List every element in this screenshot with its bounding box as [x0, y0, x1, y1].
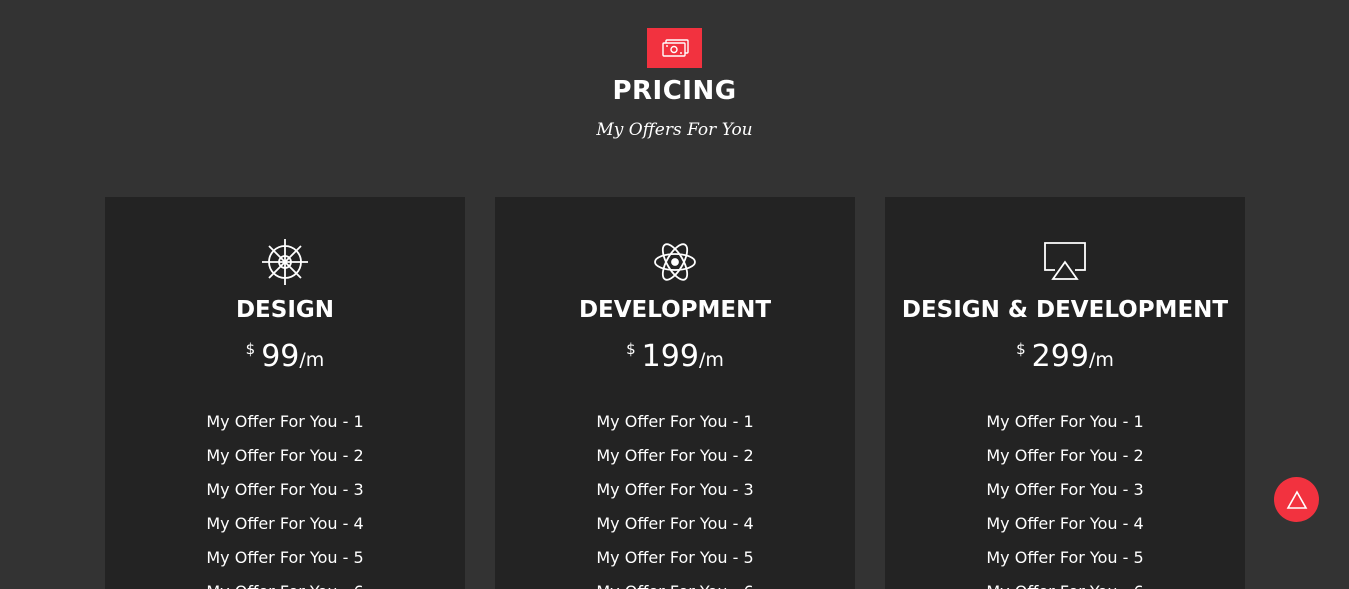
price-currency: $ — [245, 340, 256, 358]
price-amount: 99 — [261, 339, 300, 374]
price-amount: 299 — [1031, 339, 1089, 374]
plan-price: $299/m — [885, 339, 1245, 374]
feature-item: My Offer For You - 6 — [885, 579, 1245, 589]
screen-cast-icon — [1040, 237, 1090, 287]
feature-item: My Offer For You - 3 — [206, 480, 364, 499]
feature-item: My Offer For You - 5 — [986, 548, 1144, 567]
section-title: PRICING — [612, 76, 737, 106]
price-period: /m — [698, 349, 724, 371]
feature-item: My Offer For You - 4 — [596, 514, 754, 533]
feature-item: My Offer For You - 5 — [206, 548, 364, 567]
ship-wheel-icon — [260, 237, 310, 287]
feature-list: My Offer For You - 1 My Offer For You - … — [105, 409, 465, 589]
feature-item: My Offer For You - 3 — [596, 480, 754, 499]
money-icon — [647, 28, 702, 68]
plan-price: $99/m — [105, 339, 465, 374]
feature-list: My Offer For You - 1 My Offer For You - … — [495, 409, 855, 589]
triangle-up-icon — [1286, 489, 1307, 509]
feature-item: My Offer For You - 1 — [986, 412, 1144, 431]
pricing-page: PRICING My Offers For You DESIGN $99/m M… — [0, 0, 1349, 589]
feature-item: My Offer For You - 2 — [986, 446, 1144, 465]
scroll-to-top-button[interactable] — [1274, 477, 1319, 522]
pricing-card-design: DESIGN $99/m My Offer For You - 1 My Off… — [105, 197, 465, 589]
pricing-card-development: DEVELOPMENT $199/m My Offer For You - 1 … — [495, 197, 855, 589]
plan-price: $199/m — [495, 339, 855, 374]
feature-item: My Offer For You - 4 — [986, 514, 1144, 533]
feature-item: My Offer For You - 1 — [596, 412, 754, 431]
plan-title: DESIGN & DEVELOPMENT — [901, 297, 1229, 323]
price-period: /m — [1088, 349, 1114, 371]
feature-item: My Offer For You - 4 — [206, 514, 364, 533]
feature-item: My Offer For You - 5 — [596, 548, 754, 567]
pricing-card-design-development: DESIGN & DEVELOPMENT $299/m My Offer For… — [885, 197, 1245, 589]
price-currency: $ — [1016, 340, 1026, 358]
section-subtitle: My Offers For You — [596, 120, 753, 140]
feature-item: My Offer For You - 1 — [206, 412, 364, 431]
price-amount: 199 — [641, 339, 699, 374]
atom-icon — [650, 237, 700, 287]
feature-item: My Offer For You - 6 — [105, 579, 465, 589]
feature-item: My Offer For You - 6 — [495, 579, 855, 589]
price-period: /m — [299, 349, 325, 371]
feature-item: My Offer For You - 2 — [596, 446, 754, 465]
feature-item: My Offer For You - 3 — [986, 480, 1144, 499]
feature-item: My Offer For You - 2 — [206, 446, 364, 465]
plan-title: DESIGN — [235, 297, 335, 323]
price-currency: $ — [626, 340, 636, 358]
feature-list: My Offer For You - 1 My Offer For You - … — [885, 409, 1245, 589]
plan-title: DEVELOPMENT — [578, 297, 772, 323]
